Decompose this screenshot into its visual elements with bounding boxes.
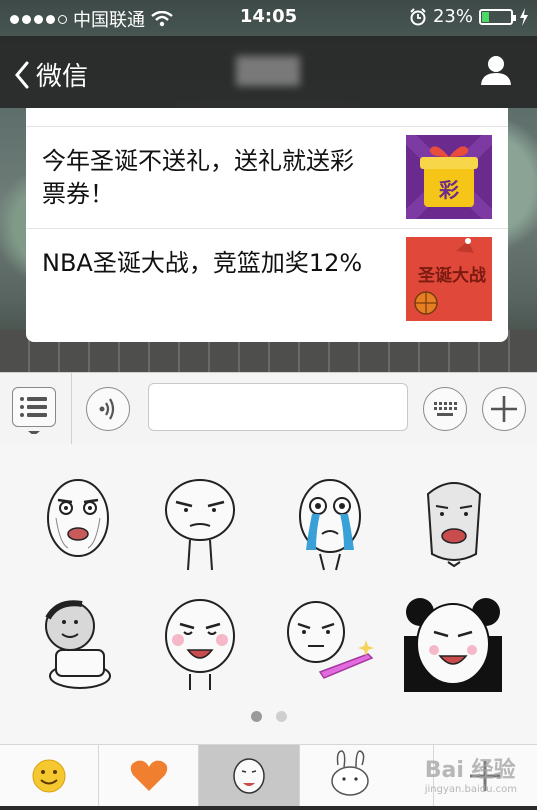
input-divider bbox=[71, 373, 72, 445]
keyboard-button[interactable] bbox=[423, 387, 467, 431]
sticker-meme-face-unimpressed[interactable] bbox=[160, 474, 240, 574]
tab-emoji[interactable] bbox=[0, 745, 99, 806]
status-bar: 中国联通 14:05 23% bbox=[0, 0, 537, 36]
meme-sticker-icon bbox=[233, 758, 265, 794]
emoji-smile-icon bbox=[32, 759, 66, 793]
chat-title-blurred bbox=[236, 56, 300, 86]
sticker-panda-face-laugh[interactable] bbox=[404, 596, 502, 692]
heart-icon bbox=[130, 760, 168, 791]
watermark-main: Bai 经验 bbox=[424, 758, 516, 783]
list-menu-icon bbox=[20, 397, 47, 434]
sticker-meme-face-surprised[interactable] bbox=[414, 474, 494, 574]
back-button[interactable]: 微信 bbox=[14, 56, 88, 93]
back-label: 微信 bbox=[36, 62, 89, 92]
sticker-meme-face-knife[interactable] bbox=[282, 594, 374, 694]
tab-meme-stickers[interactable] bbox=[199, 745, 300, 806]
battery-icon bbox=[479, 8, 516, 25]
sticker-pager bbox=[0, 707, 537, 726]
navigation-bar: 微信 bbox=[0, 36, 537, 108]
christmas-thumb-label: 圣诞大战 bbox=[418, 265, 486, 286]
add-button[interactable] bbox=[482, 387, 526, 431]
page-dot-active[interactable] bbox=[250, 711, 262, 722]
page-dot[interactable] bbox=[275, 711, 287, 722]
bunny-icon bbox=[331, 750, 369, 796]
message-input[interactable] bbox=[148, 383, 408, 431]
sticker-meme-face-crying[interactable] bbox=[290, 474, 370, 574]
lottery-thumb-label: 彩 bbox=[438, 178, 459, 202]
voice-icon bbox=[99, 398, 115, 420]
tab-favorites[interactable] bbox=[99, 745, 199, 806]
baidu-watermark: Bai 经验 jingyan.baidu.com bbox=[425, 752, 517, 795]
news-item-nba[interactable]: NBA圣诞大战，竞篮加奖12% 圣诞大战 bbox=[26, 228, 508, 330]
news-card: 今年圣诞不送礼，送礼就送彩票券！ 彩 NBA圣诞大战，竞篮加奖12% 圣诞大战 bbox=[26, 108, 508, 342]
christmas-battle-thumbnail: 圣诞大战 bbox=[406, 237, 492, 321]
news-item-text: 今年圣诞不送礼，送礼就送彩票券！ bbox=[42, 147, 354, 208]
news-item-lottery[interactable]: 今年圣诞不送礼，送礼就送彩票券！ 彩 bbox=[26, 126, 508, 228]
battery-percent: 23% bbox=[432, 6, 473, 27]
charging-icon bbox=[520, 7, 528, 26]
watermark-sub: jingyan.baidu.com bbox=[424, 784, 517, 795]
profile-button[interactable] bbox=[479, 54, 513, 90]
sticker-meme-face-blush-laugh[interactable] bbox=[160, 594, 240, 694]
voice-button[interactable] bbox=[86, 387, 130, 431]
keyboard-icon bbox=[434, 402, 457, 416]
menu-toggle-button[interactable] bbox=[12, 387, 56, 434]
sticker-meme-face-shocked[interactable] bbox=[38, 474, 118, 574]
lottery-thumbnail: 彩 bbox=[401, 129, 497, 225]
chat-input-bar bbox=[0, 372, 537, 446]
person-icon bbox=[481, 56, 511, 85]
news-item-text: NBA圣诞大战，竞篮加奖12% bbox=[42, 249, 363, 277]
plus-icon bbox=[491, 396, 517, 422]
sticker-meme-face-toilet[interactable] bbox=[38, 594, 118, 694]
tab-bunny[interactable] bbox=[300, 745, 434, 806]
alarm-icon bbox=[410, 7, 426, 25]
chevron-left-icon bbox=[15, 61, 29, 88]
